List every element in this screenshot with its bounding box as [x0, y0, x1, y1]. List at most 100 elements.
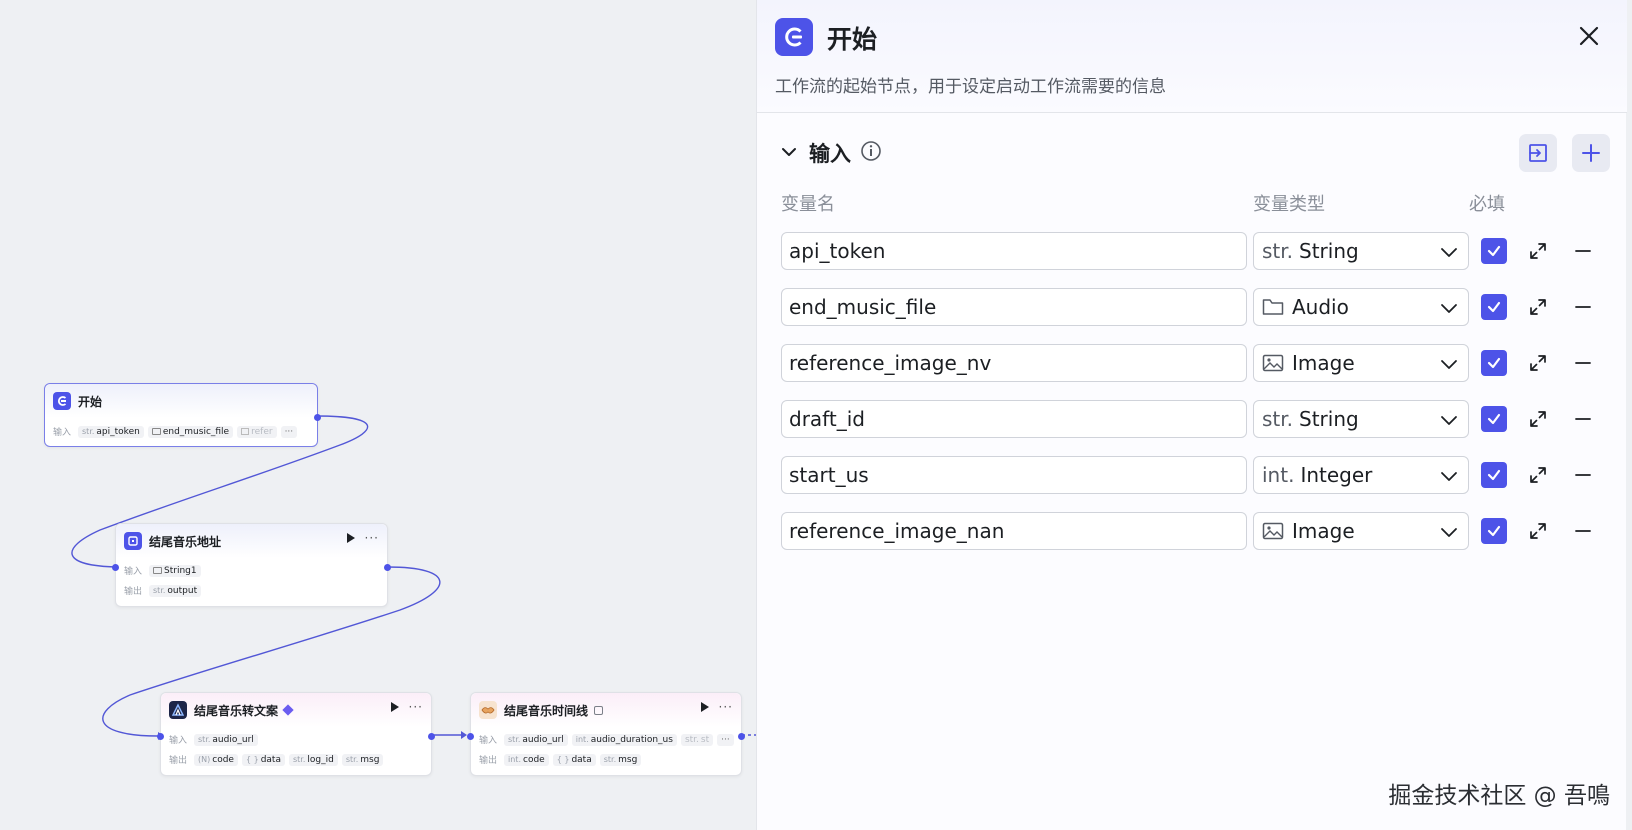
plugin-icon	[124, 532, 142, 550]
required-checkbox[interactable]	[1481, 406, 1507, 432]
play-icon[interactable]	[346, 533, 355, 543]
code-badge-icon	[594, 705, 604, 715]
node-end-music-url[interactable]: 结尾音乐地址 ··· 输入 String1 输出 str. output	[112, 523, 391, 607]
section-title: 输入	[809, 142, 851, 166]
required-checkbox[interactable]	[1481, 518, 1507, 544]
expand-icon[interactable]	[1526, 239, 1550, 263]
panel-title: 开始	[827, 25, 878, 54]
play-icon[interactable]	[390, 702, 399, 712]
variable-type-select[interactable]: str. String	[1253, 400, 1469, 438]
remove-icon[interactable]	[1571, 519, 1595, 543]
node-title: 开始	[78, 394, 103, 409]
node-header: 开始	[45, 384, 317, 418]
variable-type-select[interactable]: Image	[1253, 512, 1469, 550]
variable-name-input[interactable]: reference_image_nan	[781, 512, 1247, 550]
expand-icon[interactable]	[1526, 351, 1550, 375]
chevron-down-icon[interactable]	[777, 140, 801, 164]
input-port[interactable]	[112, 564, 119, 571]
variable-row: start_us int. Integer	[781, 456, 1601, 496]
info-icon[interactable]	[860, 140, 882, 162]
start-icon	[53, 392, 71, 410]
panel-header: 开始 工作流的起始节点，用于设定启动工作流需要的信息	[757, 0, 1627, 113]
input-port[interactable]	[157, 733, 164, 740]
variable-type-select[interactable]: int. Integer	[1253, 456, 1469, 494]
node-tools: ···	[346, 532, 379, 544]
node-inputs: 输入 str. api_token end_music_file refer ··…	[53, 425, 298, 438]
required-checkbox[interactable]	[1481, 294, 1507, 320]
variable-name-input[interactable]: start_us	[781, 456, 1247, 494]
output-port[interactable]	[384, 564, 391, 571]
variable-name-input[interactable]: reference_image_nv	[781, 344, 1247, 382]
remove-icon[interactable]	[1571, 295, 1595, 319]
output-chip: { } data	[552, 753, 596, 766]
node-tools: ···	[700, 701, 733, 713]
required-checkbox[interactable]	[1481, 238, 1507, 264]
expand-icon[interactable]	[1526, 519, 1550, 543]
variable-row: draft_id str. String	[781, 400, 1601, 440]
play-icon[interactable]	[700, 702, 709, 712]
input-chip: str. st	[680, 733, 714, 746]
input-chip: String1	[149, 564, 201, 577]
required-checkbox[interactable]	[1481, 350, 1507, 376]
variable-row: reference_image_nv Image	[781, 344, 1601, 384]
inputs-label: 输入	[124, 567, 143, 577]
inputs-label: 输入	[169, 736, 188, 746]
node-title: 结尾音乐转文案	[194, 703, 279, 718]
output-port[interactable]	[738, 733, 745, 740]
required-checkbox[interactable]	[1481, 462, 1507, 488]
input-chip: str. audio_url	[504, 733, 568, 746]
remove-icon[interactable]	[1571, 351, 1595, 375]
variable-row: end_music_file Audio	[781, 288, 1601, 328]
column-header-name: 变量名	[781, 194, 835, 215]
variable-name-input[interactable]: end_music_file	[781, 288, 1247, 326]
input-section-header: 输入	[757, 130, 1627, 174]
column-header-type: 变量类型	[1253, 194, 1325, 215]
add-variable-button[interactable]	[1572, 134, 1610, 172]
node-title: 结尾音乐时间线	[504, 703, 589, 718]
chevron-down-icon	[1441, 472, 1457, 481]
folder-icon	[151, 428, 161, 435]
premium-icon	[282, 704, 294, 716]
node-title: 结尾音乐地址	[149, 534, 222, 549]
output-port[interactable]	[428, 733, 435, 740]
variable-type-select[interactable]: str. String	[1253, 232, 1469, 270]
expand-icon[interactable]	[1526, 295, 1550, 319]
node-outputs: 输出 str. output	[124, 584, 202, 597]
node-to-text[interactable]: 结尾音乐转文案 ··· 输入 str. audio_url 输出 (N) code …	[157, 692, 435, 776]
variable-row: reference_image_nan Image	[781, 512, 1601, 552]
more-chip[interactable]: ···	[280, 425, 298, 438]
expand-icon[interactable]	[1526, 463, 1550, 487]
more-icon[interactable]: ···	[409, 701, 423, 713]
variable-type-label: Image	[1292, 351, 1355, 375]
variable-name-input[interactable]: api_token	[781, 232, 1247, 270]
input-port[interactable]	[467, 733, 474, 740]
output-port[interactable]	[314, 414, 321, 421]
expand-icon[interactable]	[1526, 407, 1550, 431]
input-chip: int. audio_duration_us	[571, 733, 677, 746]
more-icon[interactable]: ···	[719, 701, 733, 713]
more-chip[interactable]: ···	[717, 733, 734, 746]
workflow-canvas[interactable]: 开始 输入 str. api_token end_music_file refer…	[0, 0, 756, 830]
variable-type-select[interactable]: Image	[1253, 344, 1469, 382]
str-icon: str.	[1262, 239, 1294, 263]
image-icon	[1262, 354, 1286, 372]
node-start[interactable]: 开始 输入 str. api_token end_music_file refer…	[44, 383, 321, 447]
variable-name-input[interactable]: draft_id	[781, 400, 1247, 438]
import-button[interactable]	[1519, 134, 1557, 172]
node-config-panel: 开始 工作流的起始节点，用于设定启动工作流需要的信息 输入 变量名 变量类型 必…	[756, 0, 1627, 830]
variable-type-label: Audio	[1292, 295, 1349, 319]
variable-type-select[interactable]: Audio	[1253, 288, 1469, 326]
close-icon[interactable]	[1571, 18, 1607, 54]
input-chip: end_music_file	[147, 425, 234, 438]
chevron-down-icon	[1441, 528, 1457, 537]
node-tools: ···	[390, 701, 423, 713]
more-icon[interactable]: ···	[365, 532, 379, 544]
remove-icon[interactable]	[1571, 239, 1595, 263]
inputs-label: 输入	[479, 736, 498, 746]
remove-icon[interactable]	[1571, 463, 1595, 487]
remove-icon[interactable]	[1571, 407, 1595, 431]
node-timeline[interactable]: 结尾音乐时间线 ··· 输入 str. audio_url int. audio_d…	[467, 692, 745, 776]
folder-icon	[1262, 298, 1286, 316]
watermark: 掘金技术社区 @ 吾鳴	[1388, 783, 1610, 809]
chevron-down-icon	[1441, 416, 1457, 425]
